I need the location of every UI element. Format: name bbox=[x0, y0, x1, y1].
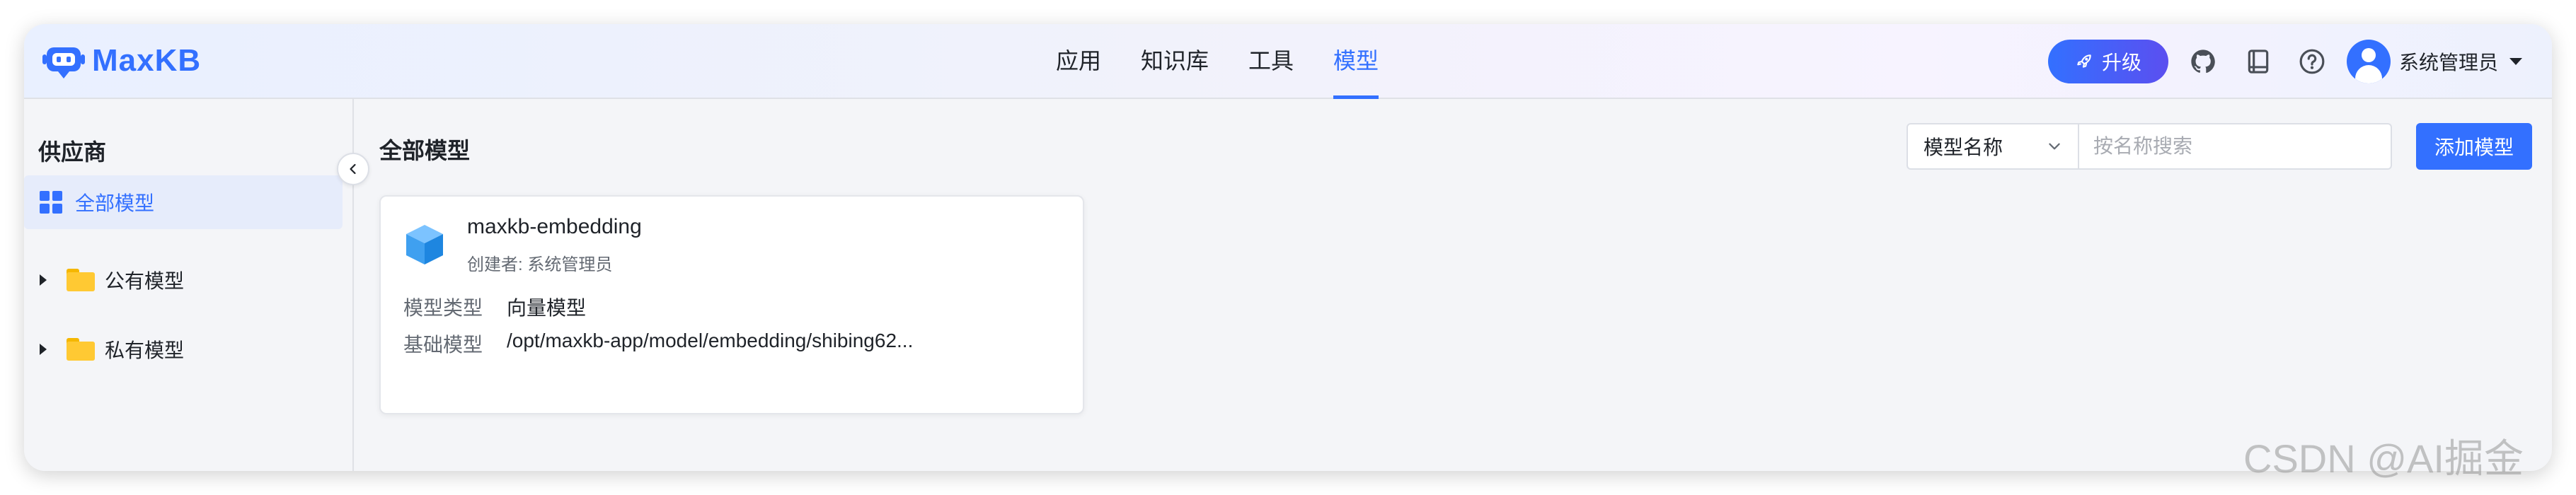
rocket-icon bbox=[2077, 54, 2091, 68]
main-nav: 应用 知识库 工具 模型 bbox=[1056, 24, 1418, 99]
folder-icon bbox=[67, 269, 95, 291]
book-icon[interactable] bbox=[2245, 48, 2272, 75]
search-field-select[interactable]: 模型名称 bbox=[1908, 124, 2079, 168]
model-creator: 创建者: 系统管理员 bbox=[467, 255, 613, 274]
model-type-value: 向量模型 bbox=[507, 297, 587, 319]
tree-item-public-models[interactable]: 公有模型 bbox=[40, 259, 184, 301]
folder-icon bbox=[67, 338, 95, 361]
upgrade-button[interactable]: 升级 bbox=[2048, 40, 2168, 83]
watermark: CSDN @AI掘金 bbox=[2243, 436, 2524, 481]
add-model-button[interactable]: 添加模型 bbox=[2416, 123, 2532, 170]
user-menu[interactable]: 系统管理员 bbox=[2347, 38, 2523, 85]
tree-item-label: 私有模型 bbox=[105, 339, 185, 361]
upgrade-label: 升级 bbox=[2101, 52, 2141, 74]
tree-item-label: 公有模型 bbox=[105, 270, 185, 292]
model-name: maxkb-embedding bbox=[467, 215, 642, 238]
model-type-key: 模型类型 bbox=[403, 297, 483, 319]
base-model-row: 基础模型 /opt/maxkb-app/model/embedding/shib… bbox=[403, 330, 913, 358]
sidebar-title: 供应商 bbox=[38, 139, 107, 165]
expand-arrow-icon[interactable] bbox=[40, 344, 47, 355]
maxkb-logo-icon bbox=[42, 47, 85, 78]
provider-sidebar: 供应商 全部模型 公有模型 私有模型 bbox=[24, 99, 354, 471]
tree-item-private-models[interactable]: 私有模型 bbox=[40, 328, 184, 371]
grid-icon bbox=[40, 191, 62, 214]
sidebar-item-all-models[interactable]: 全部模型 bbox=[24, 175, 343, 229]
search-field-value: 模型名称 bbox=[1924, 136, 2003, 158]
cube-icon bbox=[406, 225, 443, 264]
base-model-key: 基础模型 bbox=[403, 334, 483, 356]
collapse-sidebar-button[interactable] bbox=[337, 153, 369, 185]
sidebar-item-label: 全部模型 bbox=[75, 192, 155, 214]
nav-knowledge[interactable]: 知识库 bbox=[1141, 24, 1209, 99]
caret-down-icon bbox=[2509, 58, 2523, 65]
app-window: MaxKB 应用 知识库 工具 模型 升级 系统管理员 供应商 全部模型 公有模… bbox=[24, 24, 2552, 471]
search-input[interactable] bbox=[2079, 124, 2391, 168]
nav-tools[interactable]: 工具 bbox=[1248, 24, 1294, 99]
help-icon[interactable] bbox=[2299, 48, 2325, 75]
chevron-left-icon bbox=[350, 163, 356, 175]
top-header: MaxKB 应用 知识库 工具 模型 升级 系统管理员 bbox=[24, 24, 2552, 99]
page-title: 全部模型 bbox=[379, 138, 471, 163]
model-card[interactable]: maxkb-embedding 创建者: 系统管理员 模型类型 向量模型 基础模… bbox=[379, 195, 1084, 414]
chevron-down-icon bbox=[2049, 143, 2060, 150]
model-type-row: 模型类型 向量模型 bbox=[403, 293, 586, 321]
app-name: MaxKB bbox=[92, 43, 202, 78]
nav-apps[interactable]: 应用 bbox=[1056, 24, 1101, 99]
base-model-value: /opt/maxkb-app/model/embedding/shibing62… bbox=[507, 330, 914, 351]
user-name: 系统管理员 bbox=[2399, 52, 2499, 74]
avatar bbox=[2347, 40, 2391, 83]
expand-arrow-icon[interactable] bbox=[40, 274, 47, 286]
search-group: 模型名称 bbox=[1907, 123, 2392, 170]
nav-models[interactable]: 模型 bbox=[1333, 24, 1379, 99]
github-icon[interactable] bbox=[2190, 48, 2216, 75]
logo[interactable]: MaxKB bbox=[42, 40, 201, 82]
